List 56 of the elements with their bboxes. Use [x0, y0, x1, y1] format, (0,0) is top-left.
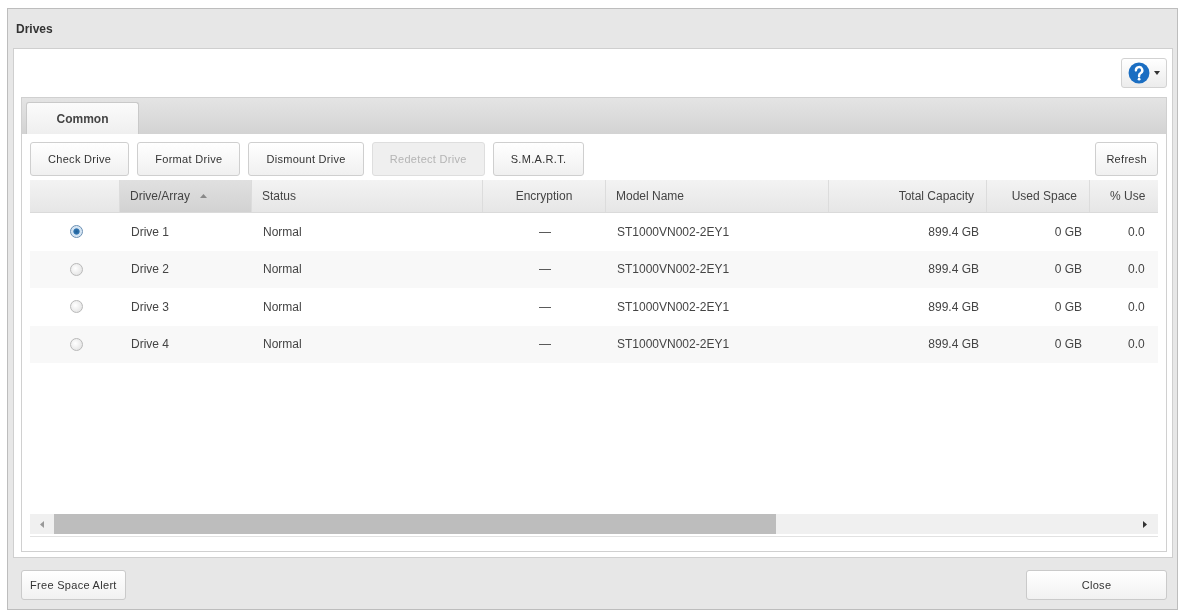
table-cell: ST1000VN002-2EY1: [617, 224, 730, 239]
window-title: Drives: [16, 21, 53, 36]
help-icon: [1128, 62, 1150, 84]
table-cell: —: [539, 224, 551, 239]
table-cell: —: [539, 337, 551, 352]
table-cell: 0 GB: [1054, 262, 1082, 277]
column-header[interactable]: Drive/Array: [120, 180, 252, 212]
column-header[interactable]: Used Space: [987, 180, 1090, 212]
table-cell: 899.4 GB: [928, 262, 979, 277]
table-cell: ST1000VN002-2EY1: [617, 262, 730, 277]
table-cell: 899.4 GB: [928, 337, 979, 352]
table-cell: 0 GB: [1054, 299, 1082, 314]
table-cell: Normal: [263, 337, 302, 352]
refresh-button[interactable]: Refresh: [1095, 142, 1158, 176]
arrow-left-icon[interactable]: [40, 520, 44, 528]
radio-button[interactable]: [69, 337, 83, 351]
table-cell: Normal: [263, 224, 302, 239]
table-cell: Drive 4: [131, 337, 169, 352]
table-cell: ST1000VN002-2EY1: [617, 299, 730, 314]
table-cell: 0.0: [1128, 224, 1145, 239]
table-cell: Drive 3: [131, 299, 169, 314]
column-header[interactable]: Status: [252, 180, 483, 212]
help-button[interactable]: [1121, 58, 1167, 88]
table-cell: 899.4 GB: [928, 224, 979, 239]
table-cell: —: [539, 262, 551, 277]
toolbar-button[interactable]: Dismount Drive: [248, 142, 364, 176]
horizontal-scrollbar[interactable]: [30, 514, 1158, 534]
radio-button[interactable]: [69, 262, 83, 276]
tab[interactable]: Common: [26, 102, 139, 134]
table-cell: 0.0: [1128, 337, 1145, 352]
column-header[interactable]: % Use: [1090, 180, 1158, 212]
table-cell: —: [539, 299, 551, 314]
scrollbar-thumb[interactable]: [54, 514, 776, 534]
table-cell: 0.0: [1128, 262, 1145, 277]
sort-ascending-icon: [200, 194, 207, 198]
toolbar-button[interactable]: Format Drive: [137, 142, 241, 176]
table-cell: 0.0: [1128, 299, 1145, 314]
radio-button[interactable]: [69, 300, 83, 314]
caret-icon: [1154, 71, 1160, 75]
toolbar-button[interactable]: S.M.A.R.T.: [492, 142, 585, 176]
table-cell: 0 GB: [1054, 337, 1082, 352]
toolbar-button[interactable]: Check Drive: [30, 142, 130, 176]
footer-button[interactable]: Close: [1026, 570, 1167, 600]
column-header[interactable]: Total Capacity: [829, 180, 987, 212]
radio-button[interactable]: [69, 225, 83, 239]
table-cell: Normal: [263, 262, 302, 277]
column-header[interactable]: Model Name: [606, 180, 829, 212]
table-cell: 0 GB: [1054, 224, 1082, 239]
table-cell: 899.4 GB: [928, 299, 979, 314]
table-cell: Drive 2: [131, 262, 169, 277]
footer-button[interactable]: Free Space Alert: [21, 570, 126, 600]
column-header[interactable]: Encryption: [483, 180, 606, 212]
table-cell: Normal: [263, 299, 302, 314]
table-cell: ST1000VN002-2EY1: [617, 337, 730, 352]
table-cell: Drive 1: [131, 224, 169, 239]
arrow-right-icon[interactable]: [1143, 520, 1147, 528]
